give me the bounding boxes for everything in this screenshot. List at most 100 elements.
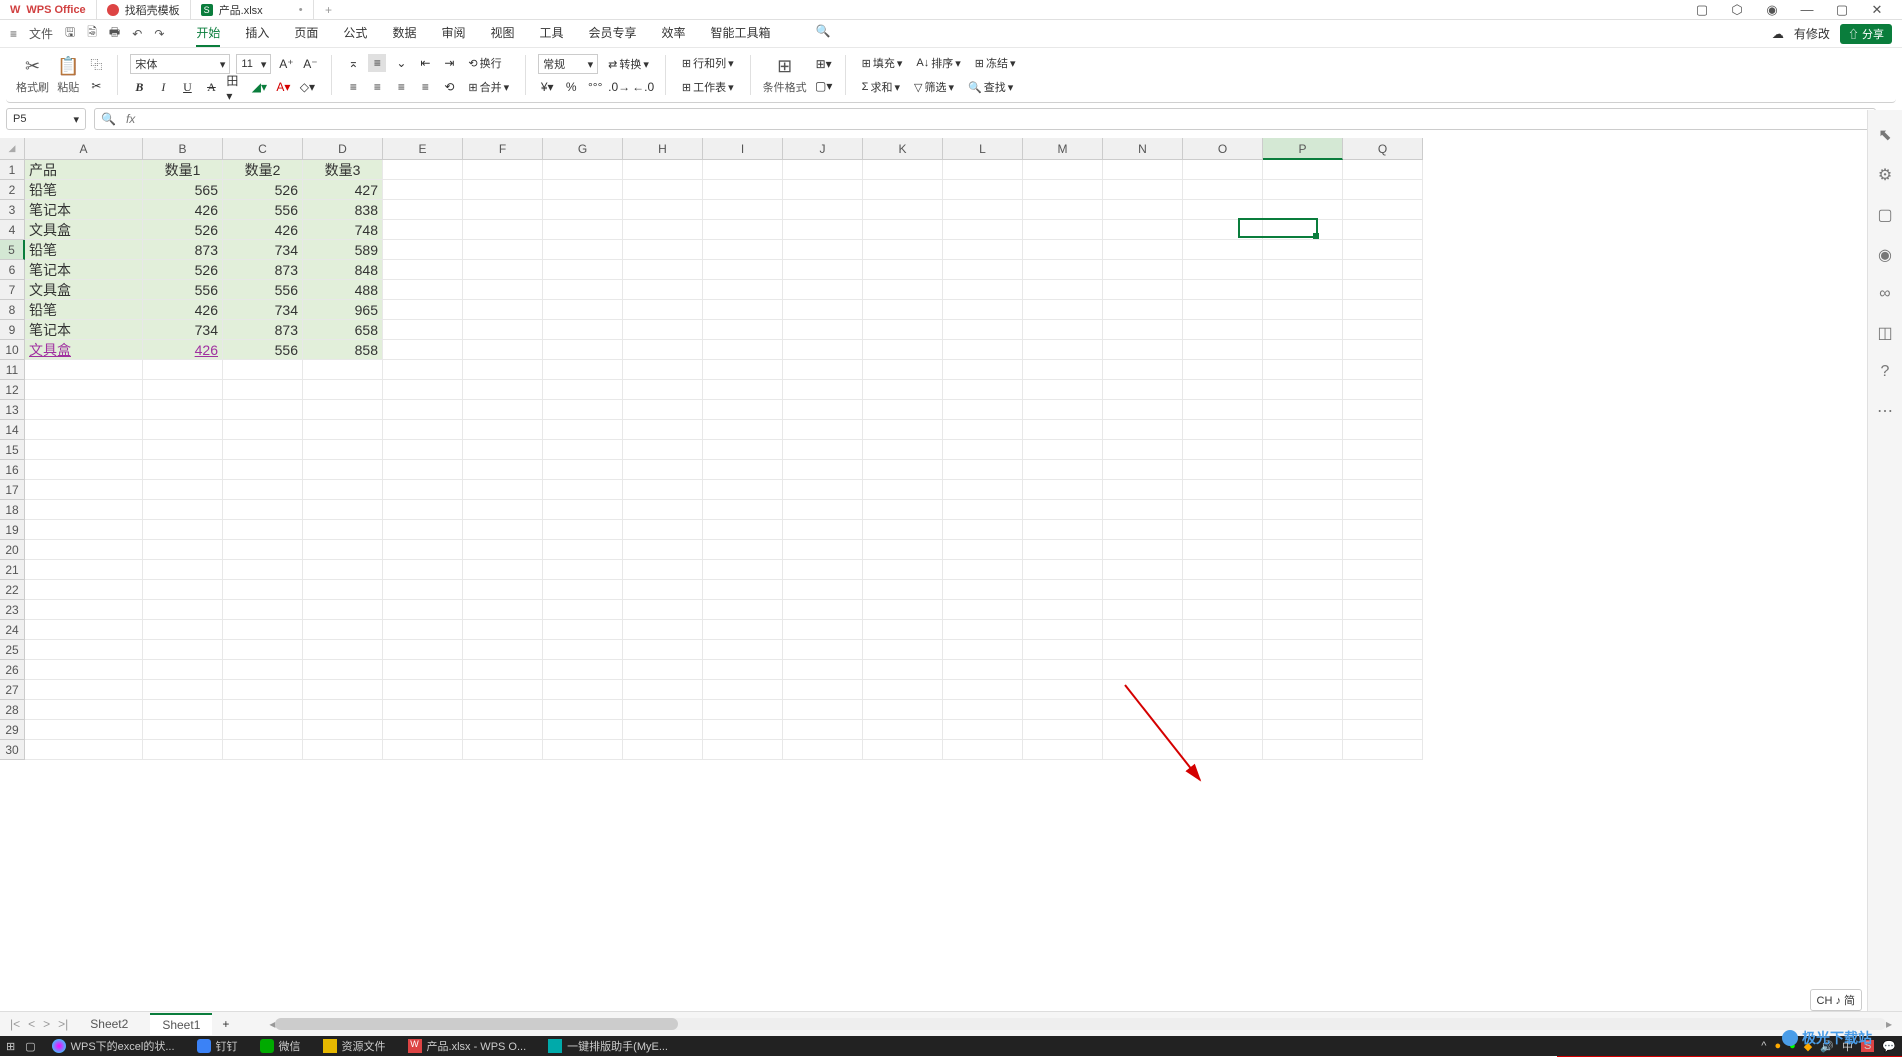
cell[interactable]: 873 [143, 240, 223, 260]
cell[interactable] [223, 540, 303, 560]
cell[interactable]: 734 [223, 240, 303, 260]
taskbar-item[interactable]: W产品.xlsx - WPS O... [402, 1038, 533, 1054]
cell[interactable] [1343, 700, 1423, 720]
cell[interactable] [1023, 300, 1103, 320]
cell[interactable] [943, 340, 1023, 360]
cell[interactable] [1023, 240, 1103, 260]
cell[interactable] [303, 520, 383, 540]
notifications-icon[interactable]: 💬 [1882, 1040, 1896, 1053]
cell[interactable] [1103, 300, 1183, 320]
cell[interactable] [863, 240, 943, 260]
row-header[interactable]: 13 [0, 400, 25, 420]
cell[interactable] [1023, 180, 1103, 200]
cell[interactable] [543, 360, 623, 380]
cell[interactable] [703, 640, 783, 660]
column-header[interactable]: K [863, 138, 943, 160]
cell[interactable] [1023, 340, 1103, 360]
prev-sheet-icon[interactable]: < [28, 1017, 35, 1031]
cell[interactable] [623, 580, 703, 600]
align-right-icon[interactable]: ≡ [392, 78, 410, 96]
cell[interactable] [1183, 240, 1263, 260]
cell[interactable] [623, 620, 703, 640]
cell[interactable] [25, 660, 143, 680]
cell[interactable] [623, 320, 703, 340]
column-header[interactable]: I [703, 138, 783, 160]
cell[interactable] [943, 460, 1023, 480]
cell[interactable]: 589 [303, 240, 383, 260]
cell[interactable] [1183, 740, 1263, 760]
print-preview-icon[interactable]: 🗟 [87, 23, 97, 44]
cell[interactable] [863, 160, 943, 180]
cell[interactable] [1103, 740, 1183, 760]
cell[interactable] [1263, 180, 1343, 200]
cell[interactable] [623, 540, 703, 560]
cell[interactable] [943, 720, 1023, 740]
cell[interactable] [1023, 680, 1103, 700]
cell[interactable]: 笔记本 [25, 320, 143, 340]
row-header[interactable]: 29 [0, 720, 25, 740]
cell[interactable] [943, 680, 1023, 700]
cell[interactable] [1263, 560, 1343, 580]
fx-icon[interactable]: fx [126, 112, 135, 126]
cell[interactable] [943, 580, 1023, 600]
cell[interactable] [1183, 560, 1263, 580]
cell[interactable] [783, 240, 863, 260]
column-header[interactable]: P [1263, 138, 1343, 160]
cell[interactable] [303, 360, 383, 380]
cell[interactable] [463, 240, 543, 260]
italic-button[interactable]: I [154, 78, 172, 96]
cell[interactable] [943, 320, 1023, 340]
file-menu[interactable]: 文件 [29, 25, 53, 42]
cell[interactable] [623, 260, 703, 280]
cell[interactable] [863, 740, 943, 760]
cell[interactable] [143, 460, 223, 480]
cell[interactable] [383, 460, 463, 480]
cell[interactable] [863, 640, 943, 660]
sum-button[interactable]: Σ 求和▾ [858, 77, 904, 97]
cell[interactable] [1263, 660, 1343, 680]
cell[interactable] [1343, 560, 1423, 580]
add-sheet-button[interactable]: + [222, 1017, 229, 1031]
row-header[interactable]: 9 [0, 320, 25, 340]
cell[interactable]: 526 [143, 260, 223, 280]
cell[interactable] [783, 580, 863, 600]
cell[interactable] [943, 620, 1023, 640]
dec-decimal-icon[interactable]: ←.0 [634, 78, 652, 96]
comma-icon[interactable]: °°° [586, 78, 604, 96]
cell[interactable] [543, 420, 623, 440]
cell[interactable] [1343, 380, 1423, 400]
cell[interactable] [943, 180, 1023, 200]
cell[interactable] [943, 560, 1023, 580]
cell[interactable] [1343, 300, 1423, 320]
cell[interactable] [1263, 720, 1343, 740]
cell[interactable] [1103, 220, 1183, 240]
cell[interactable] [25, 680, 143, 700]
cell[interactable] [623, 420, 703, 440]
cell[interactable] [623, 220, 703, 240]
cell[interactable] [1023, 220, 1103, 240]
cell[interactable] [1023, 740, 1103, 760]
cell[interactable] [863, 460, 943, 480]
cell[interactable] [1263, 700, 1343, 720]
cell[interactable] [783, 600, 863, 620]
cell[interactable] [1183, 180, 1263, 200]
cell[interactable] [25, 740, 143, 760]
cell[interactable] [1343, 540, 1423, 560]
cell[interactable] [143, 440, 223, 460]
cell[interactable] [25, 500, 143, 520]
cell[interactable] [783, 300, 863, 320]
cell[interactable] [1103, 360, 1183, 380]
cell[interactable] [1343, 420, 1423, 440]
cell[interactable]: 556 [223, 200, 303, 220]
cell[interactable] [25, 600, 143, 620]
cell[interactable] [623, 300, 703, 320]
cell[interactable] [1103, 320, 1183, 340]
cell[interactable] [25, 540, 143, 560]
cell[interactable] [25, 400, 143, 420]
cell[interactable] [1183, 720, 1263, 740]
cell[interactable] [25, 520, 143, 540]
cell[interactable] [383, 440, 463, 460]
cell[interactable]: 426 [143, 340, 223, 360]
cell[interactable]: 838 [303, 200, 383, 220]
cell[interactable] [543, 160, 623, 180]
